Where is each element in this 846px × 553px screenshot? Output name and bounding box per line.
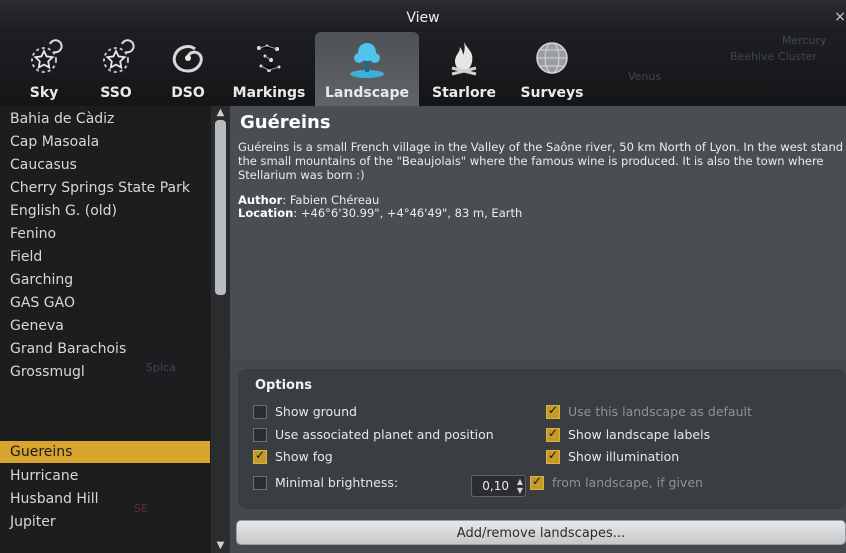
tab-sky[interactable]: Sky	[4, 32, 84, 106]
window-title: View	[406, 10, 440, 26]
tab-dso[interactable]: DSO	[156, 32, 220, 106]
location-label: Location	[238, 206, 294, 220]
tab-markings-label: Markings	[232, 85, 306, 101]
list-item[interactable]: Bahia de Càdiz	[0, 108, 210, 130]
tab-dso-label: DSO	[171, 85, 205, 101]
list-item[interactable]: Field	[0, 246, 210, 268]
sky-label: SE	[134, 502, 148, 515]
close-icon[interactable]: ×	[834, 9, 846, 25]
tab-sso[interactable]: SSO	[78, 32, 154, 106]
list-item-selected[interactable]: Guereins	[0, 441, 210, 463]
starlore-fire-icon	[451, 42, 477, 76]
landscape-title: Guéreins	[240, 112, 331, 133]
scrollbar-thumb[interactable]	[215, 120, 226, 295]
tab-surveys-label: Surveys	[520, 85, 584, 101]
author-value: : Fabien Chéreau	[282, 193, 380, 207]
show-labels-checkbox[interactable]: Show landscape labels	[546, 426, 711, 443]
tab-landscape-label: Landscape	[325, 85, 409, 101]
brightness-value[interactable]: 0,10	[482, 479, 509, 493]
sky-label: Spica	[146, 361, 176, 374]
list-item[interactable]: Grossmugl	[0, 361, 210, 383]
checkbox-box-checked[interactable]	[253, 448, 267, 464]
list-item[interactable]: Grand Barachois	[0, 338, 210, 360]
tab-starlore-label: Starlore	[432, 85, 496, 101]
markings-icon	[257, 44, 281, 72]
tab-sso-label: SSO	[100, 85, 132, 101]
sky-label: Mercury	[782, 34, 827, 47]
show-illumination-checkbox[interactable]: Show illumination	[546, 448, 680, 465]
checkbox-box[interactable]	[253, 404, 267, 419]
use-default-checkbox[interactable]: Use this landscape as default	[546, 403, 752, 420]
show-fog-checkbox[interactable]: Show fog	[253, 448, 333, 465]
author-label: Author	[238, 193, 283, 207]
from-landscape-label: from landscape, if given	[552, 475, 703, 490]
sky-label: Beehive Cluster	[730, 50, 817, 63]
list-item[interactable]: Jupiter	[0, 511, 210, 533]
list-item[interactable]: Cap Masoala	[0, 131, 210, 153]
title-bar: View ×	[0, 0, 846, 32]
checkbox-box-checked[interactable]	[546, 426, 560, 442]
sky-icon	[31, 39, 63, 73]
spin-arrows-icon[interactable]: ▲ ▼	[517, 477, 523, 495]
list-item[interactable]: Cherry Springs State Park	[0, 177, 210, 199]
list-item[interactable]: Husband Hill	[0, 488, 210, 510]
list-item[interactable]: Fenino	[0, 223, 210, 245]
list-item[interactable]: Hurricane	[0, 465, 210, 487]
tab-bar: Sky SSO DSO Markings Landscape Starlore …	[0, 32, 846, 106]
sso-icon	[103, 39, 135, 73]
landscape-info-panel: Guéreins Guéreins is a small French vill…	[230, 106, 846, 359]
tab-markings[interactable]: Markings	[229, 32, 309, 106]
landscape-list[interactable]: Bahia de Càdiz Cap Masoala Caucasus Cher…	[0, 106, 230, 553]
show-ground-checkbox[interactable]: Show ground	[253, 404, 357, 420]
show-ground-label: Show ground	[275, 404, 357, 419]
list-item[interactable]: Geneva	[0, 315, 210, 337]
scroll-down-icon[interactable]: ▼	[211, 539, 230, 553]
use-planet-checkbox[interactable]: Use associated planet and position	[253, 427, 494, 443]
checkbox-box[interactable]	[253, 475, 267, 490]
landscape-meta: Author: Fabien Chéreau Location: +46°6'3…	[238, 194, 522, 220]
tab-landscape[interactable]: Landscape	[315, 32, 419, 106]
show-fog-label: Show fog	[275, 449, 333, 464]
show-illumination-label: Show illumination	[568, 449, 680, 464]
add-remove-landscapes-button[interactable]: Add/remove landscapes...	[236, 520, 846, 545]
show-labels-label: Show landscape labels	[568, 427, 711, 442]
checkbox-box-checked[interactable]	[530, 474, 544, 490]
landscape-description: Guéreins is a small French village in th…	[238, 140, 844, 182]
scroll-up-icon[interactable]: ▲	[211, 106, 230, 120]
list-item[interactable]: Garching	[0, 269, 210, 291]
list-item[interactable]: GAS GAO	[0, 292, 210, 314]
tab-surveys[interactable]: Surveys	[511, 32, 593, 106]
location-value: : +46°6'30.99", +4°46'49", 83 m, Earth	[293, 206, 523, 220]
surveys-globe-icon	[536, 42, 568, 74]
dso-galaxy-icon	[172, 45, 203, 73]
options-title: Options	[255, 378, 312, 393]
minimal-brightness-checkbox[interactable]: Minimal brightness:	[253, 475, 398, 491]
tab-sky-label: Sky	[29, 85, 59, 101]
checkbox-box-checked[interactable]	[546, 403, 560, 419]
from-landscape-checkbox[interactable]: from landscape, if given	[530, 474, 703, 491]
sky-label: Venus	[628, 70, 662, 83]
list-item[interactable]: Caucasus	[0, 154, 210, 176]
list-item[interactable]: English G. (old)	[0, 200, 210, 222]
minimal-brightness-label: Minimal brightness:	[275, 475, 399, 490]
checkbox-box-checked[interactable]	[546, 448, 560, 464]
use-planet-label: Use associated planet and position	[275, 427, 494, 442]
use-default-label: Use this landscape as default	[568, 404, 752, 419]
brightness-spinbox[interactable]: 0,10 ▲ ▼	[471, 475, 526, 497]
tab-starlore[interactable]: Starlore	[425, 32, 503, 106]
list-scrollbar[interactable]: ▲ ▼	[211, 106, 230, 553]
landscape-tree-icon	[350, 43, 384, 78]
checkbox-box[interactable]	[253, 427, 267, 442]
